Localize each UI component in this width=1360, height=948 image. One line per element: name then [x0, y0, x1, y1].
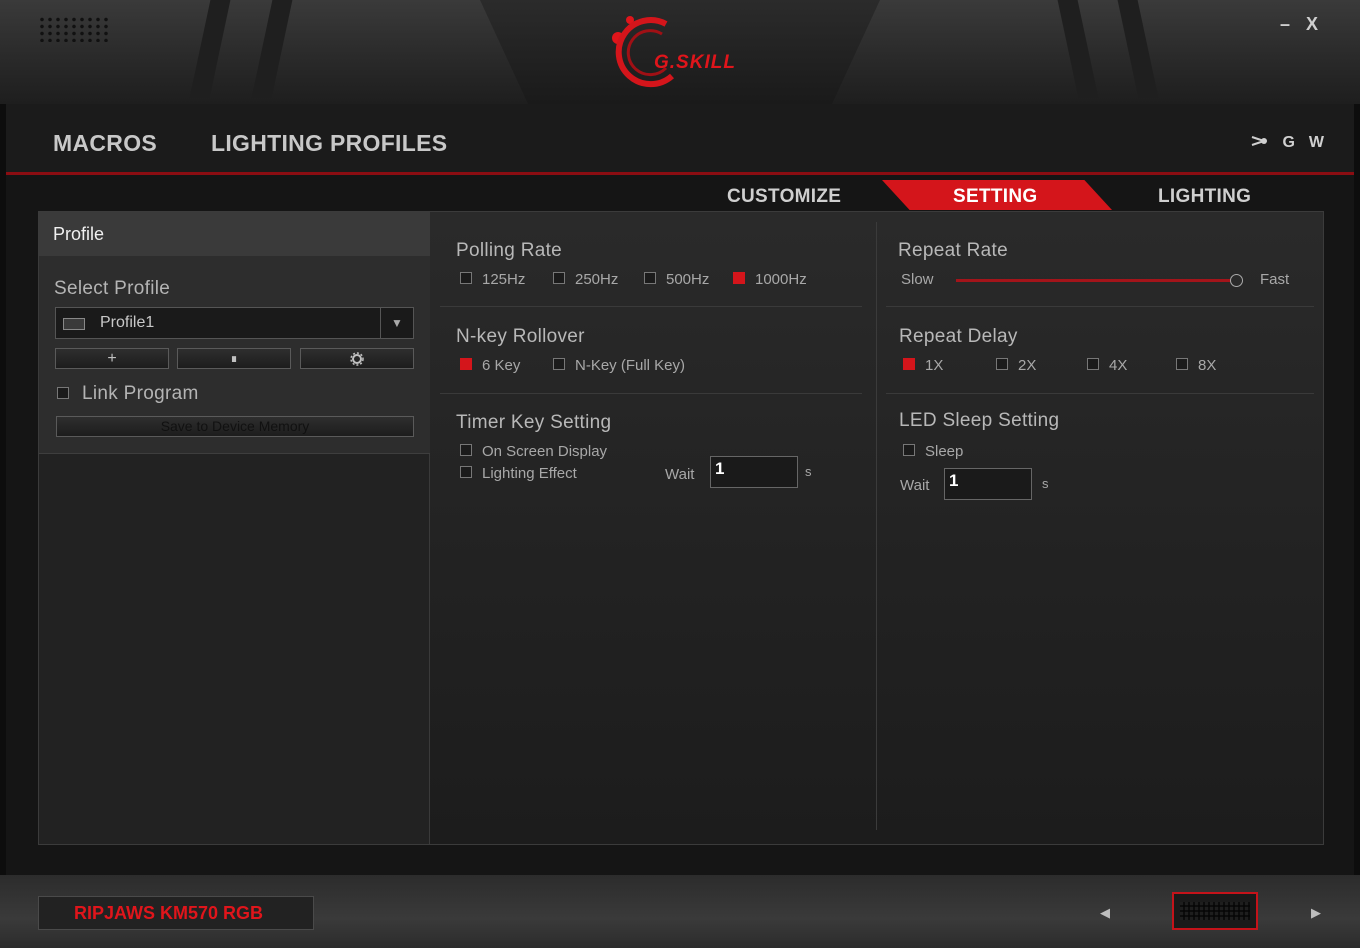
polling-500-label: 500Hz: [666, 271, 710, 288]
led-sleep-wait-input[interactable]: 1: [944, 468, 1032, 500]
timer-wait-input[interactable]: 1: [710, 456, 798, 488]
led-sleep-label: Sleep: [925, 443, 964, 460]
tab-customize[interactable]: CUSTOMIZE: [727, 186, 841, 208]
device-thumbnail[interactable]: [1172, 892, 1258, 930]
header-ridge: [189, 0, 231, 98]
polling-250-label: 250Hz: [575, 271, 619, 288]
minimize-button[interactable]: –: [1280, 14, 1290, 35]
led-sleep-wait-label: Wait: [900, 477, 930, 494]
g-button[interactable]: G: [1282, 134, 1294, 153]
w-button[interactable]: W: [1309, 134, 1324, 153]
repeat-delay-4x-label: 4X: [1109, 357, 1128, 374]
polling-1000-label: 1000Hz: [755, 271, 807, 288]
header-ridge: [1117, 0, 1159, 98]
header-ridge: [251, 0, 293, 98]
repeat-rate-title: Repeat Rate: [898, 240, 1008, 261]
repeat-delay-title: Repeat Delay: [899, 326, 1018, 347]
nkey-6key-label: 6 Key: [482, 357, 521, 374]
repeat-rate-slider-track[interactable]: [956, 279, 1236, 282]
keyboard-thumbnail-icon: [1180, 902, 1250, 920]
polling-1000-checkbox[interactable]: [733, 272, 745, 284]
tab-setting[interactable]: SETTING: [953, 186, 1037, 208]
nkey-full-label: N-Key (Full Key): [575, 357, 686, 374]
repeat-delay-2x-checkbox[interactable]: [996, 358, 1008, 370]
nav-macros[interactable]: MACROS: [53, 130, 157, 157]
repeat-rate-slow-label: Slow: [901, 271, 934, 288]
main-nav: MACROS LIGHTING PROFILES G W: [6, 104, 1354, 172]
repeat-rate-slider-handle[interactable]: [1230, 274, 1243, 287]
nkey-full-checkbox[interactable]: [553, 358, 565, 370]
repeat-delay-8x-checkbox[interactable]: [1176, 358, 1188, 370]
title-bar: G.SKILL – X: [0, 0, 1360, 104]
timer-key-title: Timer Key Setting: [456, 412, 612, 433]
profile-header: Profile: [39, 212, 430, 256]
device-name-label: RIPJAWS KM570 RGB: [38, 896, 314, 930]
tab-lighting[interactable]: LIGHTING: [1158, 186, 1251, 208]
next-device-button[interactable]: ▶: [1311, 905, 1321, 921]
gear-icon: [350, 352, 364, 370]
logo-text: G.SKILL: [654, 52, 736, 73]
add-profile-button[interactable]: +: [55, 348, 169, 369]
gskill-logo: G.SKILL: [606, 14, 762, 88]
polling-250-checkbox[interactable]: [553, 272, 565, 284]
polling-125-checkbox[interactable]: [460, 272, 472, 284]
nav-lighting-profiles[interactable]: LIGHTING PROFILES: [211, 130, 447, 157]
link-program-checkbox[interactable]: [57, 387, 69, 399]
save-to-device-button[interactable]: Save to Device Memory: [56, 416, 414, 437]
lighting-effect-checkbox[interactable]: [460, 466, 472, 478]
select-profile-label: Select Profile: [54, 278, 171, 299]
profile-settings-button[interactable]: [300, 348, 414, 369]
section-divider: [886, 393, 1314, 394]
profile-select[interactable]: Profile1 ▼: [55, 307, 414, 339]
header-ridge: [1057, 0, 1099, 98]
repeat-delay-8x-label: 8X: [1198, 357, 1217, 374]
polling-125-label: 125Hz: [482, 271, 526, 288]
column-divider: [876, 222, 877, 830]
led-sleep-checkbox[interactable]: [903, 444, 915, 456]
nkey-rollover-title: N-key Rollover: [456, 326, 585, 347]
nkey-6key-checkbox[interactable]: [460, 358, 472, 370]
lighting-effect-label: Lighting Effect: [482, 465, 577, 482]
repeat-delay-1x-label: 1X: [925, 357, 944, 374]
section-divider: [440, 306, 862, 307]
share-icon[interactable]: [1250, 134, 1268, 153]
repeat-delay-2x-label: 2X: [1018, 357, 1037, 374]
section-divider: [440, 393, 862, 394]
timer-wait-label: Wait: [665, 466, 695, 483]
led-sleep-title: LED Sleep Setting: [899, 410, 1060, 431]
chevron-down-icon[interactable]: ▼: [380, 308, 413, 338]
delete-profile-button[interactable]: ∎: [177, 348, 291, 369]
polling-500-checkbox[interactable]: [644, 272, 656, 284]
repeat-rate-fast-label: Fast: [1260, 271, 1290, 288]
prev-device-button[interactable]: ◀: [1100, 905, 1110, 921]
close-button[interactable]: X: [1306, 14, 1318, 35]
nav-icon-group: G W: [1250, 134, 1324, 153]
repeat-delay-4x-checkbox[interactable]: [1087, 358, 1099, 370]
osd-label: On Screen Display: [482, 443, 608, 460]
led-sleep-unit-label: s: [1042, 476, 1049, 491]
link-program-label: Link Program: [82, 383, 199, 404]
section-divider: [886, 306, 1314, 307]
keyboard-icon: [63, 318, 85, 330]
timer-unit-label: s: [805, 464, 812, 479]
osd-checkbox[interactable]: [460, 444, 472, 456]
polling-rate-title: Polling Rate: [456, 240, 563, 261]
speaker-grill-icon: [38, 16, 112, 42]
profile-title: Profile: [53, 224, 105, 244]
profile-select-value: Profile1: [100, 314, 155, 331]
repeat-delay-1x-checkbox[interactable]: [903, 358, 915, 370]
